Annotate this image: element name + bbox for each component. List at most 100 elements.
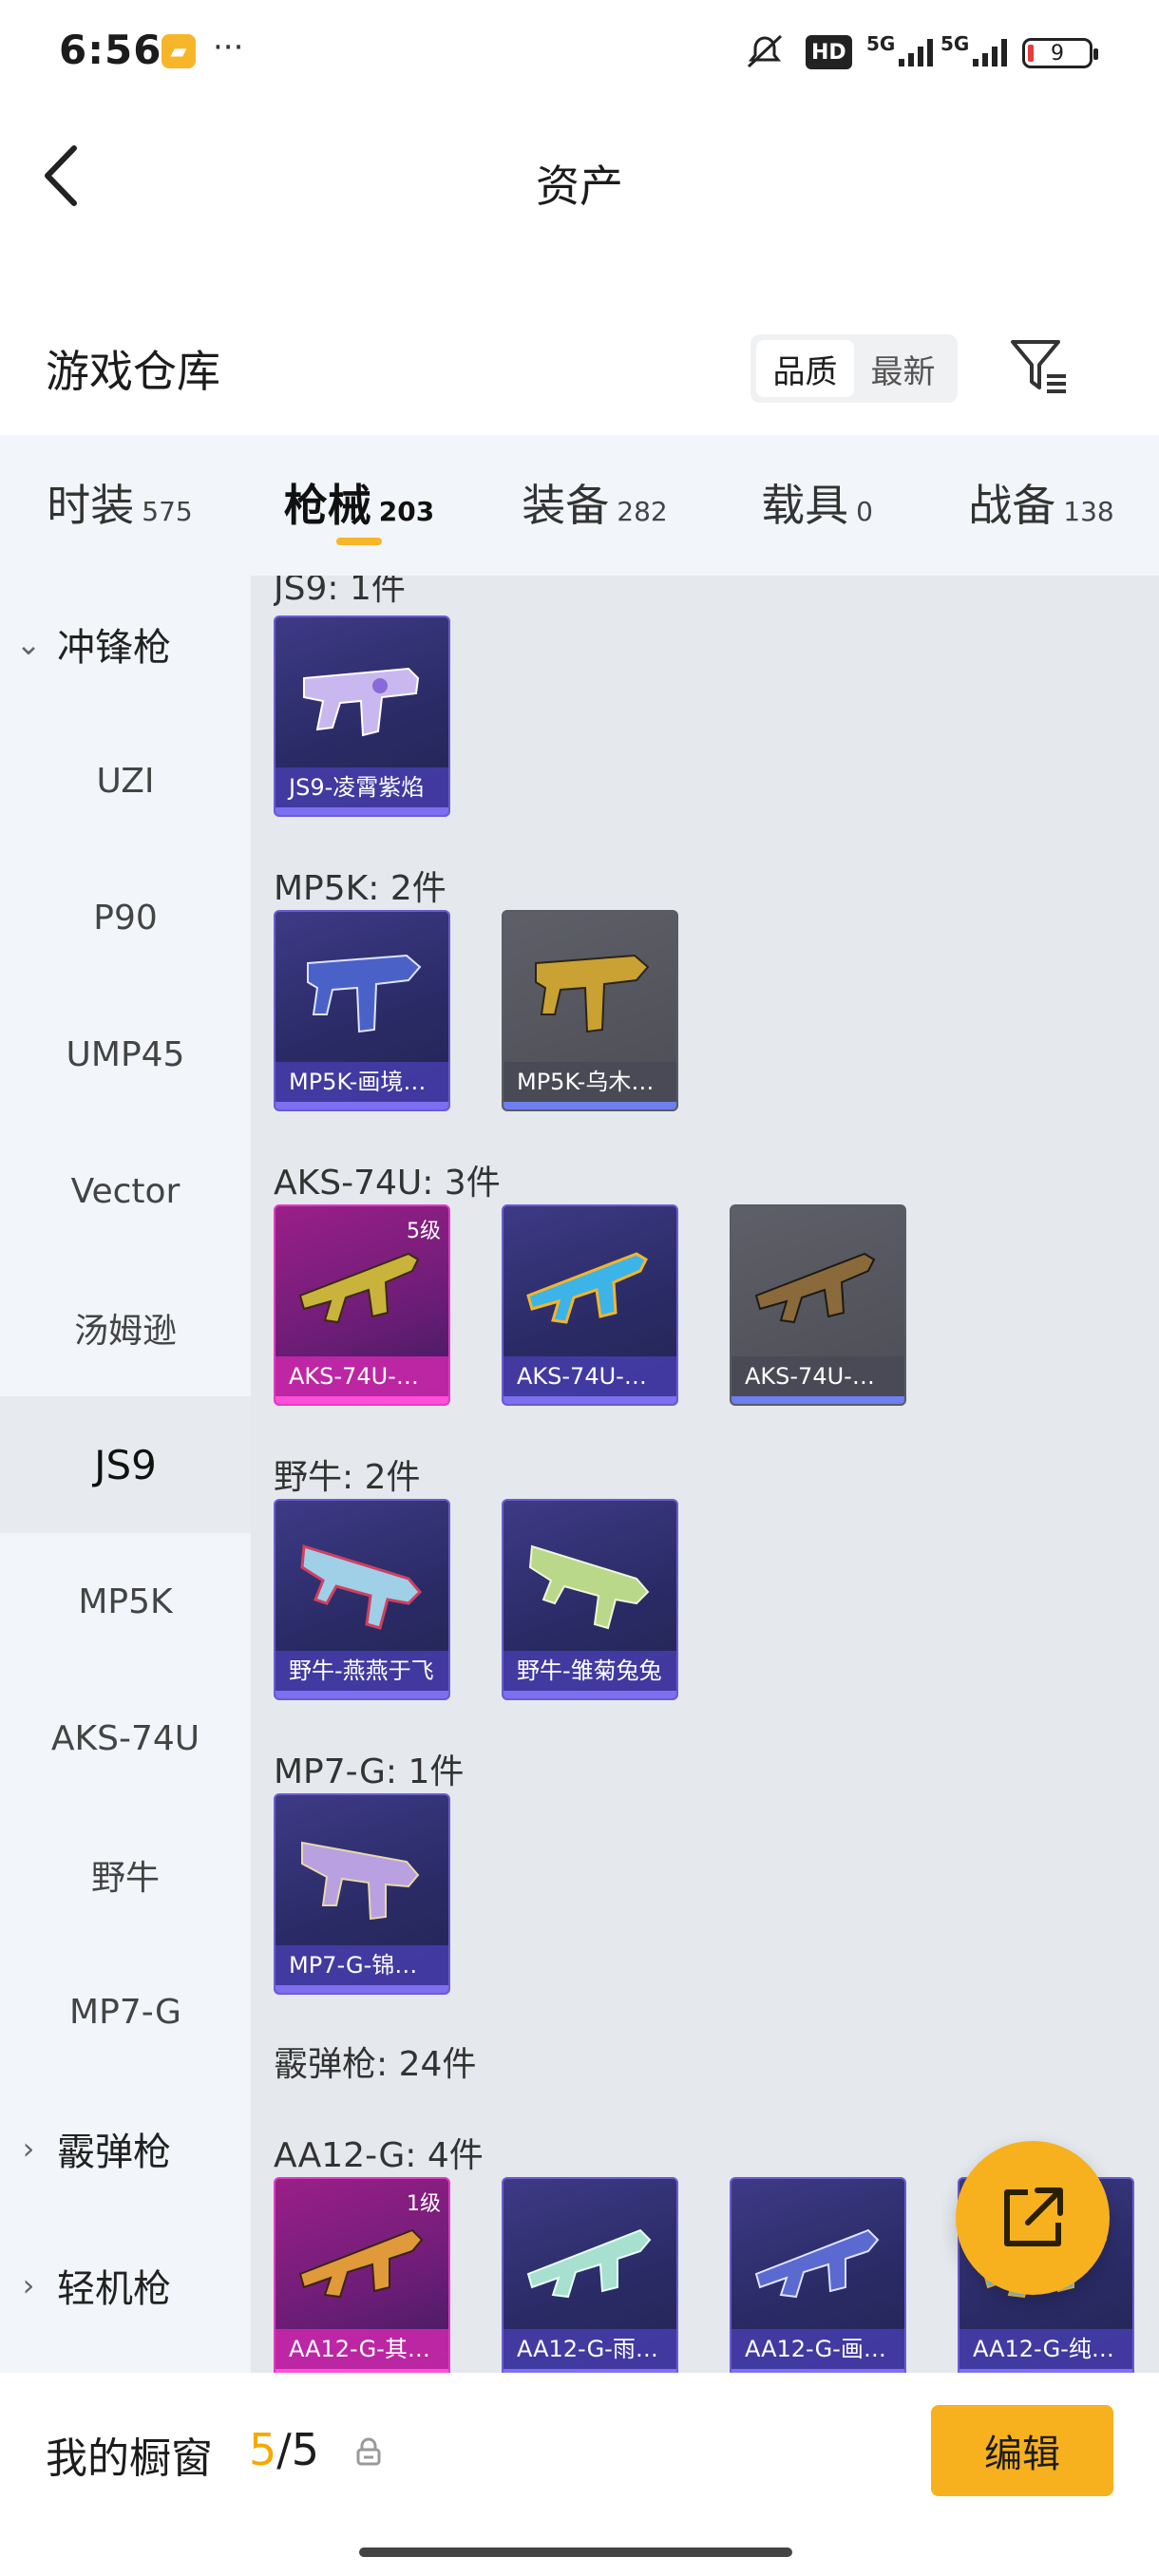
status-bar: 6:56 ▰ ··· HD 5G 5G 9	[0, 0, 1159, 104]
tab-count: 138	[1063, 496, 1114, 527]
sidebar-item-thompson[interactable]: 汤姆逊	[0, 1260, 251, 1396]
level-badge: 1级	[407, 2192, 441, 2216]
sort-newest-button[interactable]: 最新	[854, 340, 952, 397]
weapon-name: AA12-G-画…	[732, 2329, 904, 2369]
sidebar-cat-label: 冲锋枪	[57, 626, 171, 670]
tab-count: 0	[856, 496, 873, 527]
signal-5g-icon: 5G	[866, 32, 939, 70]
battery-icon: 9	[1022, 38, 1098, 68]
shotgun-skin-image	[298, 2228, 424, 2299]
group-header-mp7g: MP7-G: 1件	[274, 1752, 465, 1791]
tab-label: 装备	[522, 480, 610, 531]
smg-skin-image	[300, 1544, 423, 1630]
rifle-skin-image	[754, 1252, 876, 1324]
share-external-icon	[1004, 2188, 1063, 2246]
sidebar-cat-shotgun[interactable]: › 霰弹枪	[0, 2080, 251, 2217]
tab-fashion[interactable]: 时装 575	[0, 435, 239, 576]
group-header-shotgun: 霰弹枪: 24件	[274, 2045, 477, 2084]
lock-icon	[355, 2437, 382, 2466]
group-header-aks74u: AKS-74U: 3件	[274, 1164, 501, 1203]
weapon-card[interactable]: MP5K-画境…	[274, 910, 450, 1111]
chevron-right-icon: ›	[22, 2267, 35, 2303]
weapon-card[interactable]: JS9-凌霄紫焰	[274, 616, 450, 817]
weapon-card[interactable]: AA12-G-雨…	[502, 2177, 678, 2373]
filter-button[interactable]	[1005, 332, 1074, 401]
weapon-card[interactable]: AKS-74U-乌…	[730, 1204, 906, 1406]
group-header-js9-partial: JS9: 1件	[274, 576, 406, 608]
weapon-name: MP5K-画境…	[276, 1062, 448, 1102]
hd-voice-icon: HD	[806, 35, 852, 69]
smg-skin-image	[307, 954, 422, 1033]
mute-icon	[743, 32, 787, 70]
sort-toggle: 品质 最新	[750, 334, 958, 403]
tab-vehicles[interactable]: 载具 0	[711, 435, 923, 576]
weapon-name: AKS-74U-乌…	[732, 1356, 904, 1396]
weapon-card[interactable]: AKS-74U-鸡…	[502, 1204, 678, 1406]
weapon-name: AA12-G-其…	[276, 2329, 448, 2369]
notification-app-icon: ▰	[162, 34, 196, 68]
signal-5g-label: 5G	[866, 32, 896, 55]
sidebar-item-mp5k[interactable]: MP5K	[0, 1533, 251, 1670]
weapon-name: 野牛-雏菊兔兔	[504, 1651, 676, 1691]
smg-skin-image	[535, 954, 650, 1033]
weapon-name: AKS-74U-鸡…	[504, 1356, 676, 1396]
sidebar-cat-label: 轻机枪	[57, 2267, 171, 2311]
showcase-current: 5	[249, 2424, 277, 2475]
tab-equipment[interactable]: 装备 282	[479, 435, 711, 576]
shotgun-skin-image	[526, 2228, 652, 2299]
tab-label: 枪械	[283, 480, 371, 531]
sidebar-item-vector[interactable]: Vector	[0, 1123, 251, 1260]
weapon-card[interactable]: MP5K-乌木…	[502, 910, 678, 1111]
showcase-total: /5	[276, 2424, 320, 2475]
tab-label: 战备	[968, 480, 1056, 531]
shotgun-skin-image	[754, 2228, 880, 2299]
weapon-card[interactable]: 野牛-雏菊兔兔	[502, 1499, 678, 1700]
weapon-card[interactable]: 1级 AA12-G-其…	[274, 2177, 450, 2373]
sidebar-item-js9[interactable]: JS9	[0, 1396, 251, 1533]
smg-skin-image	[303, 667, 420, 737]
sort-quality-button[interactable]: 品质	[756, 340, 854, 397]
weapon-name: MP7-G-锦灰…	[276, 1945, 448, 1985]
group-header-mp5k: MP5K: 2件	[274, 869, 446, 908]
group-header-aa12g: AA12-G: 4件	[274, 2136, 484, 2175]
share-button[interactable]	[956, 2141, 1110, 2295]
tab-label: 时装	[47, 480, 135, 531]
weapon-card[interactable]: MP7-G-锦灰…	[274, 1793, 450, 1995]
sidebar-cat-lmg[interactable]: › 轻机枪	[0, 2217, 251, 2354]
warehouse-title: 游戏仓库	[46, 346, 220, 397]
sidebar-item-aks74u[interactable]: AKS-74U	[0, 1670, 251, 1807]
category-tabs: 时装 575 枪械 203 装备 282 载具 0 战备 138	[0, 435, 1159, 576]
weapon-name: JS9-凌霄紫焰	[276, 767, 448, 807]
battery-level: 9	[1051, 41, 1064, 66]
weapon-grid: JS9: 1件 JS9-凌霄紫焰 MP5K: 2件 MP5K-画境… MP5K-…	[251, 576, 1159, 2373]
sidebar-item-uzi[interactable]: UZI	[0, 712, 251, 849]
weapon-card[interactable]: AA12-G-画…	[730, 2177, 906, 2373]
weapon-name: AA12-G-纯…	[960, 2329, 1132, 2369]
rifle-skin-image	[298, 1252, 420, 1324]
edit-button[interactable]: 编辑	[931, 2405, 1113, 2496]
tab-count: 575	[142, 496, 193, 527]
sidebar-item-p90[interactable]: P90	[0, 849, 251, 986]
weapon-card[interactable]: 野牛-燕燕于飞	[274, 1499, 450, 1700]
tab-label: 载具	[761, 480, 849, 531]
sidebar-item-ump45[interactable]: UMP45	[0, 986, 251, 1123]
filter-icon	[1011, 340, 1066, 393]
weapon-name: AA12-G-雨…	[504, 2329, 676, 2369]
smg-skin-image	[301, 1841, 420, 1921]
weapon-card[interactable]: 5级 AKS-74U-森…	[274, 1204, 450, 1406]
smg-skin-image	[528, 1544, 650, 1630]
tab-count: 203	[378, 496, 435, 527]
tab-supplies[interactable]: 战备 138	[923, 435, 1159, 576]
sidebar-item-mp7g[interactable]: MP7-G	[0, 1943, 251, 2080]
more-notifications-icon: ···	[213, 28, 244, 66]
chevron-down-icon: ⌄	[15, 626, 42, 662]
sidebar-cat-smg[interactable]: ⌄ 冲锋枪	[0, 576, 251, 712]
group-header-bison: 野牛: 2件	[274, 1458, 421, 1497]
tab-guns[interactable]: 枪械 203	[239, 435, 479, 576]
level-badge: 5级	[407, 1220, 441, 1243]
home-indicator[interactable]	[359, 2548, 792, 2557]
weapon-name: AKS-74U-森…	[276, 1356, 448, 1396]
signal-5g-label-2: 5G	[940, 32, 970, 55]
sidebar-item-bison[interactable]: 野牛	[0, 1807, 251, 1943]
status-time: 6:56	[59, 27, 162, 73]
